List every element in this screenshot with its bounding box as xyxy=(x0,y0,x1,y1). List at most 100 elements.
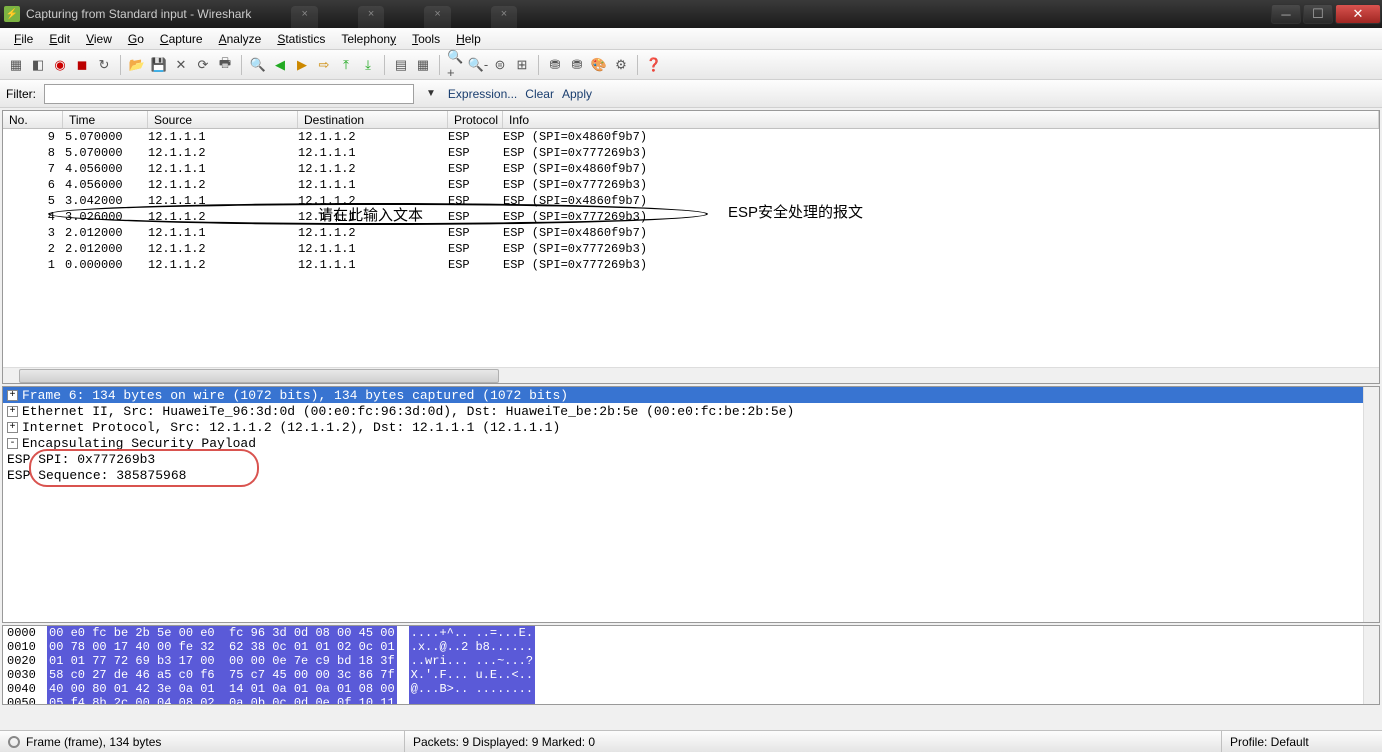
go-forward-icon[interactable]: ▶ xyxy=(292,55,312,75)
separator xyxy=(538,55,539,75)
detail-esp[interactable]: -Encapsulating Security Payload xyxy=(3,435,1379,451)
col-no[interactable]: No. xyxy=(3,111,63,128)
detail-frame[interactable]: +Frame 6: 134 bytes on wire (1072 bits),… xyxy=(3,387,1379,403)
hex-line[interactable]: 005005 f4 8b 2c 00 04 08 02 0a 0b 0c 0d … xyxy=(3,696,1379,705)
status-packet-counts: Packets: 9 Displayed: 9 Marked: 0 xyxy=(413,735,595,749)
expand-icon[interactable]: + xyxy=(7,406,18,417)
status-bar: Frame (frame), 134 bytes Packets: 9 Disp… xyxy=(0,730,1382,752)
packet-row[interactable]: 74.05600012.1.1.112.1.1.2ESPESP (SPI=0x4… xyxy=(3,161,1379,177)
packet-list-header[interactable]: No. Time Source Destination Protocol Inf… xyxy=(3,111,1379,129)
hex-line[interactable]: 000000 e0 fc be 2b 5e 00 e0 fc 96 3d 0d … xyxy=(3,626,1379,640)
col-source[interactable]: Source xyxy=(148,111,298,128)
maximize-button[interactable]: ☐ xyxy=(1303,4,1333,24)
col-time[interactable]: Time xyxy=(63,111,148,128)
apply-button[interactable]: Apply xyxy=(562,87,592,101)
packet-row[interactable]: 32.01200012.1.1.112.1.1.2ESPESP (SPI=0x4… xyxy=(3,225,1379,241)
packet-row[interactable]: 85.07000012.1.1.212.1.1.1ESPESP (SPI=0x7… xyxy=(3,145,1379,161)
menu-view[interactable]: View xyxy=(78,30,120,48)
find-icon[interactable]: 🔍 xyxy=(248,55,268,75)
detail-esp-seq[interactable]: ESP Sequence: 385875968 xyxy=(3,467,1379,483)
browser-tab-stub[interactable]: × xyxy=(424,6,450,28)
expression-button[interactable]: Expression... xyxy=(448,87,517,101)
options-icon[interactable]: ◧ xyxy=(28,55,48,75)
coloring-rules-icon[interactable]: 🎨 xyxy=(589,55,609,75)
detail-ip[interactable]: +Internet Protocol, Src: 12.1.1.2 (12.1.… xyxy=(3,419,1379,435)
detail-esp-spi[interactable]: ESP SPI: 0x777269b3 xyxy=(3,451,1379,467)
packet-row[interactable]: 95.07000012.1.1.112.1.1.2ESPESP (SPI=0x4… xyxy=(3,129,1379,145)
col-protocol[interactable]: Protocol xyxy=(448,111,503,128)
display-filters-icon[interactable]: ⛃ xyxy=(567,55,587,75)
expand-icon[interactable]: + xyxy=(7,390,18,401)
help-icon[interactable]: ❓ xyxy=(644,55,664,75)
menu-capture[interactable]: Capture xyxy=(152,30,211,48)
browser-tab-stub[interactable]: × xyxy=(291,6,317,28)
menu-help[interactable]: Help xyxy=(448,30,489,48)
zoom-reset-icon[interactable]: ⊜ xyxy=(490,55,510,75)
browser-tab-stub[interactable]: × xyxy=(358,6,384,28)
filter-bar: Filter: ▼ Expression... Clear Apply xyxy=(0,80,1382,108)
menu-bar: File Edit View Go Capture Analyze Statis… xyxy=(0,28,1382,50)
go-last-icon[interactable]: ⤓ xyxy=(358,55,378,75)
menu-statistics[interactable]: Statistics xyxy=(269,30,333,48)
hex-line[interactable]: 003058 c0 27 de 46 a5 c0 f6 75 c7 45 00 … xyxy=(3,668,1379,682)
menu-telephony[interactable]: Telephony xyxy=(333,30,404,48)
go-first-icon[interactable]: ⤒ xyxy=(336,55,356,75)
go-back-icon[interactable]: ◀ xyxy=(270,55,290,75)
packet-details-pane[interactable]: +Frame 6: 134 bytes on wire (1072 bits),… xyxy=(2,386,1380,623)
save-file-icon[interactable]: 💾 xyxy=(149,55,169,75)
menu-file[interactable]: File xyxy=(6,30,41,48)
vertical-scrollbar[interactable] xyxy=(1363,626,1379,704)
packet-row[interactable]: 53.04200012.1.1.112.1.1.2ESPESP (SPI=0x4… xyxy=(3,193,1379,209)
col-destination[interactable]: Destination xyxy=(298,111,448,128)
stop-capture-icon[interactable]: ◼ xyxy=(72,55,92,75)
status-profile[interactable]: Profile: Default xyxy=(1230,735,1309,749)
go-to-packet-icon[interactable]: ⇨ xyxy=(314,55,334,75)
horizontal-scrollbar[interactable] xyxy=(3,367,1379,383)
packet-list-pane: No. Time Source Destination Protocol Inf… xyxy=(2,110,1380,384)
separator xyxy=(120,55,121,75)
resize-columns-icon[interactable]: ⊞ xyxy=(512,55,532,75)
menu-analyze[interactable]: Analyze xyxy=(211,30,270,48)
filter-input[interactable] xyxy=(44,84,414,104)
menu-go[interactable]: Go xyxy=(120,30,152,48)
vertical-scrollbar[interactable] xyxy=(1363,387,1379,622)
col-info[interactable]: Info xyxy=(503,111,1379,128)
restart-capture-icon[interactable]: ↻ xyxy=(94,55,114,75)
print-icon[interactable]: 🖶 xyxy=(215,55,235,75)
packet-row[interactable]: 22.01200012.1.1.212.1.1.1ESPESP (SPI=0x7… xyxy=(3,241,1379,257)
separator xyxy=(637,55,638,75)
close-button[interactable]: ✕ xyxy=(1335,4,1381,24)
close-file-icon[interactable]: ✕ xyxy=(171,55,191,75)
packet-row[interactable]: 43.02600012.1.1.212.1.1.1ESPESP (SPI=0x7… xyxy=(3,209,1379,225)
hex-line[interactable]: 004040 00 80 01 42 3e 0a 01 14 01 0a 01 … xyxy=(3,682,1379,696)
capture-filters-icon[interactable]: ⛃ xyxy=(545,55,565,75)
packet-row[interactable]: 10.00000012.1.1.212.1.1.1ESPESP (SPI=0x7… xyxy=(3,257,1379,273)
hex-line[interactable]: 002001 01 77 72 69 b3 17 00 00 00 0e 7e … xyxy=(3,654,1379,668)
preferences-icon[interactable]: ⚙ xyxy=(611,55,631,75)
clear-button[interactable]: Clear xyxy=(525,87,554,101)
packet-list-body[interactable]: 95.07000012.1.1.112.1.1.2ESPESP (SPI=0x4… xyxy=(3,129,1379,367)
colorize-icon[interactable]: ▤ xyxy=(391,55,411,75)
detail-ethernet[interactable]: +Ethernet II, Src: HuaweiTe_96:3d:0d (00… xyxy=(3,403,1379,419)
expert-info-icon[interactable] xyxy=(8,736,20,748)
interfaces-icon[interactable]: ▦ xyxy=(6,55,26,75)
window-title: Capturing from Standard input - Wireshar… xyxy=(26,7,251,21)
browser-tab-stub[interactable]: × xyxy=(491,6,517,28)
start-capture-icon[interactable]: ◉ xyxy=(50,55,70,75)
hex-line[interactable]: 001000 78 00 17 40 00 fe 32 62 38 0c 01 … xyxy=(3,640,1379,654)
minimize-button[interactable]: ─ xyxy=(1271,4,1301,24)
filter-dropdown-icon[interactable]: ▼ xyxy=(422,88,440,99)
zoom-in-icon[interactable]: 🔍+ xyxy=(446,55,466,75)
open-file-icon[interactable]: 📂 xyxy=(127,55,147,75)
auto-scroll-icon[interactable]: ▦ xyxy=(413,55,433,75)
zoom-out-icon[interactable]: 🔍- xyxy=(468,55,488,75)
packet-bytes-pane[interactable]: 000000 e0 fc be 2b 5e 00 e0 fc 96 3d 0d … xyxy=(2,625,1380,705)
packet-row[interactable]: 64.05600012.1.1.212.1.1.1ESPESP (SPI=0x7… xyxy=(3,177,1379,193)
menu-edit[interactable]: Edit xyxy=(41,30,78,48)
expand-icon[interactable]: + xyxy=(7,422,18,433)
reload-icon[interactable]: ⟳ xyxy=(193,55,213,75)
status-left: Frame (frame), 134 bytes xyxy=(26,735,161,749)
app-icon: ⚡ xyxy=(4,6,20,22)
menu-tools[interactable]: Tools xyxy=(404,30,448,48)
collapse-icon[interactable]: - xyxy=(7,438,18,449)
